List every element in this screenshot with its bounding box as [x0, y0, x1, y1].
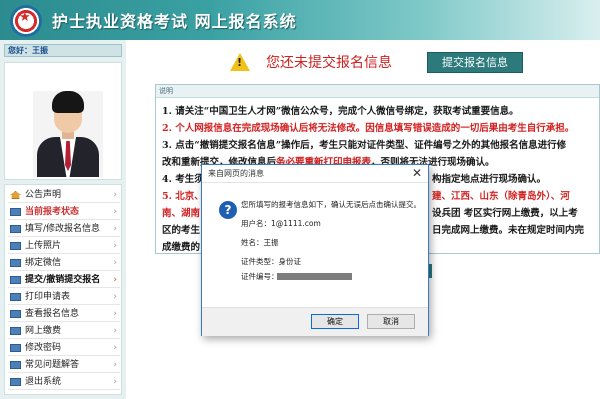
- instruction-line-7-a: 南、湖南: [162, 208, 201, 219]
- chevron-right-icon: ›: [113, 292, 117, 302]
- sidebar-item-submit-cancel[interactable]: 提交/撤销提交报名 ›: [8, 272, 120, 288]
- dialog-id-number-label: 证件编号：: [241, 272, 279, 281]
- instruction-line-5-b: 构指定地点进行现场确认。: [432, 174, 547, 185]
- instruction-line-7-b: 设兵团 考区实行网上缴费，以上考: [432, 208, 578, 219]
- ok-button[interactable]: 确定: [311, 314, 359, 329]
- sidebar-item-change-password[interactable]: 修改密码 ›: [8, 340, 120, 356]
- sidebar-item-edit-info[interactable]: 填写/修改报名信息 ›: [8, 221, 120, 237]
- avatar: [33, 91, 103, 177]
- sidebar-item-label: 公告声明: [25, 190, 62, 200]
- instruction-line-2: 2. 个人网报信息在完成现场确认后将无法修改。因信息填写错误造成的一切后果由考生…: [162, 123, 575, 134]
- instruction-line-9-a: 成缴费的: [162, 242, 201, 253]
- sidebar-item-label: 填写/修改报名信息: [25, 224, 101, 234]
- list-icon: [10, 225, 21, 233]
- chevron-right-icon: ›: [113, 377, 117, 387]
- list-icon: [10, 259, 21, 267]
- sidebar-item-bind-wechat[interactable]: 绑定微信 ›: [8, 255, 120, 271]
- chevron-right-icon: ›: [113, 207, 117, 217]
- instruction-line-1: 1. 请关注“中国卫生人才网”微信公众号，完成个人微信号绑定，获取考试重要信息。: [162, 106, 519, 117]
- sidebar-item-label: 上传照片: [25, 241, 62, 251]
- instruction-line-8-a: 区的考生: [162, 225, 201, 236]
- sidebar-item-label: 网上缴费: [25, 326, 62, 336]
- instruction-line-8-b: 日完成网上缴费。未在规定时间内完: [432, 225, 585, 236]
- close-icon[interactable]: ✕: [412, 166, 422, 180]
- doc-icon: [10, 276, 21, 284]
- list-icon: [10, 344, 21, 352]
- sidebar-item-label: 提交/撤销提交报名: [25, 275, 101, 285]
- sidebar-item-online-payment[interactable]: 网上缴费 ›: [8, 323, 120, 339]
- sidebar: 您好：王振 公告声明 › 当前报考状态 › 填写/修改报名信息 › 上传照片 ›…: [0, 40, 126, 399]
- chevron-right-icon: ›: [113, 309, 117, 319]
- list-icon: [10, 327, 21, 335]
- list-icon: [10, 293, 21, 301]
- sidebar-item-label: 当前报考状态: [25, 207, 80, 217]
- question-icon: ?: [219, 201, 237, 219]
- site-title: 护士执业资格考试 网上报名系统: [52, 12, 297, 31]
- chevron-right-icon: ›: [113, 275, 117, 285]
- dialog-title: 来自网页的消息: [208, 169, 264, 178]
- sidebar-item-print-form[interactable]: 打印申请表 ›: [8, 289, 120, 305]
- sidebar-item-view-info[interactable]: 查看报名信息 ›: [8, 306, 120, 322]
- sidebar-item-label: 修改密码: [25, 343, 62, 353]
- redacted-id-number: [277, 273, 352, 280]
- warning-exclamation-icon: !: [237, 56, 243, 69]
- dialog-name: 姓名：王振: [241, 238, 279, 247]
- list-icon: [10, 310, 21, 318]
- avatar-hair: [52, 91, 84, 113]
- instruction-line-5-a: 4. 考生须: [162, 174, 204, 185]
- list-icon: [10, 378, 21, 386]
- photo-frame: [4, 62, 122, 180]
- sidebar-menu: 公告声明 › 当前报考状态 › 填写/修改报名信息 › 上传照片 › 绑定微信 …: [4, 184, 122, 395]
- list-icon: [10, 208, 21, 216]
- chevron-right-icon: ›: [113, 258, 117, 268]
- sidebar-item-upload-photo[interactable]: 上传照片 ›: [8, 238, 120, 254]
- user-greeting: 您好：王振: [4, 44, 122, 57]
- sidebar-item-label: 常见问题解答: [25, 360, 80, 370]
- sidebar-item-label: 退出系统: [25, 377, 62, 387]
- sidebar-item-label: 查看报名信息: [25, 309, 80, 319]
- chevron-right-icon: ›: [113, 224, 117, 234]
- chevron-right-icon: ›: [113, 360, 117, 370]
- dialog-titlebar: 来自网页的消息 ✕: [202, 165, 428, 183]
- sidebar-item-announcements[interactable]: 公告声明 ›: [8, 187, 120, 203]
- star-emblem-icon: ★: [19, 10, 31, 25]
- dialog-message: 您所填写的报考信息如下，确认无误后点击确认提交。: [241, 200, 421, 209]
- dialog-id-type: 证件类型：身份证: [241, 257, 301, 266]
- submit-registration-button[interactable]: 提交报名信息: [427, 52, 523, 73]
- sidebar-item-logout[interactable]: 退出系统 ›: [8, 374, 120, 390]
- chevron-right-icon: ›: [113, 241, 117, 251]
- chevron-right-icon: ›: [113, 326, 117, 336]
- instructions-header: 说明: [156, 85, 599, 98]
- dialog-username: 用户名：1@1111.com: [241, 219, 321, 228]
- sidebar-item-label: 绑定微信: [25, 258, 62, 268]
- list-icon: [10, 242, 21, 250]
- site-header: ★ 护士执业资格考试 网上报名系统: [0, 0, 600, 40]
- sidebar-item-label: 打印申请表: [25, 292, 71, 302]
- chevron-right-icon: ›: [113, 190, 117, 200]
- status-message: 您还未提交报名信息: [266, 55, 392, 71]
- confirm-dialog: 来自网页的消息 ✕ ? 您所填写的报考信息如下，确认无误后点击确认提交。 用户名…: [201, 164, 429, 336]
- sidebar-item-faq[interactable]: 常见问题解答 ›: [8, 357, 120, 373]
- instruction-line-3: 3. 点击“撤销提交报名信息”操作后，考生只能对证件类型、证件编号之外的其他报名…: [162, 140, 567, 151]
- instruction-line-6-b: 建、江西、山东（除青岛外）、河: [432, 191, 570, 202]
- list-icon: [10, 361, 21, 369]
- cancel-button[interactable]: 取消: [367, 314, 415, 329]
- sidebar-item-current-status[interactable]: 当前报考状态 ›: [8, 204, 120, 220]
- instruction-line-6-a: 5. 北京、: [162, 191, 204, 202]
- chevron-right-icon: ›: [113, 343, 117, 353]
- home-icon: [10, 191, 21, 199]
